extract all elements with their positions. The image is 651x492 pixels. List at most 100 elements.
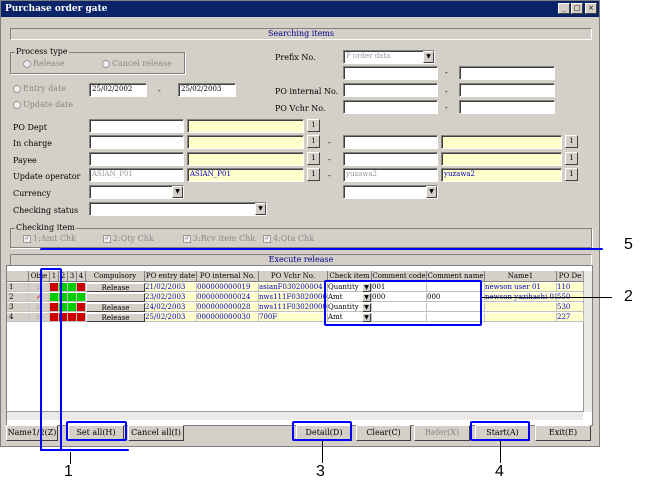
currency-from-dropdown-icon[interactable]: ▼	[172, 186, 183, 198]
col-compulsory[interactable]: Compulsory	[86, 271, 145, 282]
cancel-all-button[interactable]: Cancel all(I)	[128, 425, 184, 441]
checking-status-select[interactable]	[89, 202, 267, 216]
po-dept-lookup-button[interactable]: 1	[307, 119, 320, 132]
col-po-internal[interactable]: PO internal No.	[197, 271, 259, 282]
date-from-input[interactable]: 25/02/2002	[89, 83, 147, 97]
callout-3-leader	[322, 441, 323, 463]
maximize-button[interactable]: □	[571, 3, 583, 14]
callout-5: 5	[624, 236, 633, 253]
update-operator-from-input[interactable]: ASIAN_P01	[89, 168, 184, 182]
minimize-button[interactable]: _	[558, 3, 570, 14]
in-charge-from-name	[187, 135, 304, 149]
prefix-label: Prefix No.	[275, 53, 316, 62]
in-charge-from-lookup-button[interactable]: 1	[307, 135, 320, 148]
payee-to-lookup-button[interactable]: 1	[565, 152, 578, 165]
callout-1-base	[40, 449, 129, 452]
po-internal-to-input[interactable]	[459, 83, 555, 97]
po-vchr-to-input[interactable]	[459, 100, 555, 114]
name1-cell: newson user 01	[485, 283, 557, 292]
currency-to-dropdown-icon[interactable]: ▼	[426, 186, 437, 198]
po-internal-from-input[interactable]	[343, 83, 438, 97]
prefix-dropdown-icon[interactable]: ▼	[423, 51, 434, 63]
horizontal-scrollbar[interactable]	[7, 411, 583, 420]
entry-date-radio[interactable]: Entry date	[13, 84, 66, 93]
currency-from-select[interactable]	[89, 185, 184, 199]
po-dept-label: PO Dept	[13, 123, 47, 132]
currency-to-select[interactable]	[343, 185, 438, 199]
prefix-select[interactable]: P order data	[343, 50, 435, 64]
check-status-cell	[77, 283, 86, 292]
col-po-de[interactable]: PO De	[557, 271, 584, 282]
callout-1-highlight	[40, 268, 62, 451]
in-charge-to-lookup-button[interactable]: 1	[565, 135, 578, 148]
prefix-to-input[interactable]	[459, 66, 555, 80]
qta-chk-checkbox[interactable]: ✓ 4:Qta Chk	[263, 234, 314, 243]
row-number: 3	[7, 303, 29, 312]
po-entry-date-cell: 23/02/2003	[145, 293, 197, 302]
exit-button[interactable]: Exit(E)	[535, 425, 591, 441]
prefix-from-input[interactable]	[343, 66, 438, 80]
in-charge-to-input[interactable]	[343, 135, 438, 149]
in-charge-label: In charge	[13, 139, 52, 148]
date-to-input[interactable]: 25/02/2003	[178, 83, 236, 97]
update-operator-to-input[interactable]: yuzawa2	[343, 168, 438, 182]
in-charge-from-input[interactable]	[89, 135, 184, 149]
close-button[interactable]: ×	[585, 3, 597, 14]
compulsory-release-button[interactable]: Release	[86, 303, 145, 312]
po-entry-date-cell: 25/02/2003	[145, 313, 197, 322]
payee-from-name	[187, 152, 304, 166]
row-number: 2	[7, 293, 29, 302]
po-dept-code-input[interactable]	[89, 119, 184, 133]
po-internal-cell: 000000000028	[197, 303, 259, 312]
col-po-entry-date[interactable]: PO entry date	[145, 271, 197, 282]
update-operator-from-name: ASIAN_P01	[187, 168, 304, 182]
payee-from-lookup-button[interactable]: 1	[307, 152, 320, 165]
po-internal-cell: 000000000030	[197, 313, 259, 322]
payee-to-input[interactable]	[343, 152, 438, 166]
po-entry-date-cell: 24/02/2003	[145, 303, 197, 312]
start-highlight	[470, 421, 530, 441]
col-name1[interactable]: Name1	[485, 271, 557, 282]
callout-2: 2	[624, 288, 633, 305]
release-radio[interactable]: Release	[23, 59, 65, 68]
callout-4-leader	[500, 441, 501, 463]
set-all-highlight	[66, 421, 127, 441]
callout-3: 3	[316, 463, 325, 480]
rcv-item-chk-checkbox[interactable]: ✓ 3:Rcv item Chk	[183, 234, 255, 243]
check-status-cell	[68, 313, 77, 322]
amt-chk-checkbox[interactable]: ✓ 1:Amt Chk	[23, 234, 76, 243]
callout-4: 4	[495, 463, 504, 480]
update-operator-from-lookup-button[interactable]: 1	[307, 168, 320, 181]
cancel-release-radio[interactable]: Cancel release	[102, 59, 172, 68]
detail-highlight	[292, 421, 352, 441]
update-operator-label: Update operator	[13, 172, 81, 181]
name1-cell	[485, 303, 557, 312]
clear-button[interactable]: Clear(C)	[356, 425, 411, 441]
vertical-scrollbar[interactable]	[583, 271, 592, 412]
update-date-radio[interactable]: Update date	[13, 100, 73, 109]
row-number: 1	[7, 283, 29, 292]
col-4[interactable]: 4	[77, 271, 86, 282]
check-status-cell	[68, 283, 77, 292]
compulsory-release-button[interactable]: Release	[86, 283, 145, 292]
check-status-cell	[68, 293, 77, 302]
searching-items-header: Searching items	[10, 28, 592, 40]
checking-item-label: Checking item	[15, 223, 76, 232]
callout-2-leader	[482, 297, 612, 298]
qty-chk-checkbox[interactable]: ✓ 2:Qty Chk	[103, 234, 154, 243]
update-operator-to-lookup-button[interactable]: 1	[565, 168, 578, 181]
payee-from-input[interactable]	[89, 152, 184, 166]
callout-2-highlight	[324, 280, 482, 326]
col-po-vchr[interactable]: PO Vchr No.	[259, 271, 328, 282]
po-vchr-from-input[interactable]	[343, 100, 438, 114]
po-vchr-cell: nws111F030200001	[259, 293, 328, 302]
checking-status-dropdown-icon[interactable]: ▼	[255, 203, 266, 215]
po-internal-cell: 000000000019	[197, 283, 259, 292]
refer-button[interactable]: Refer(X)	[414, 425, 470, 441]
col-3[interactable]: 3	[68, 271, 77, 282]
purchase-order-gate-window: Purchase order gate _ □ × Searching item…	[0, 0, 600, 447]
compulsory-release-button[interactable]: Release	[86, 313, 145, 322]
callout-5-line	[40, 248, 603, 251]
row-number: 4	[7, 313, 29, 322]
compulsory-release-button[interactable]	[86, 293, 145, 302]
